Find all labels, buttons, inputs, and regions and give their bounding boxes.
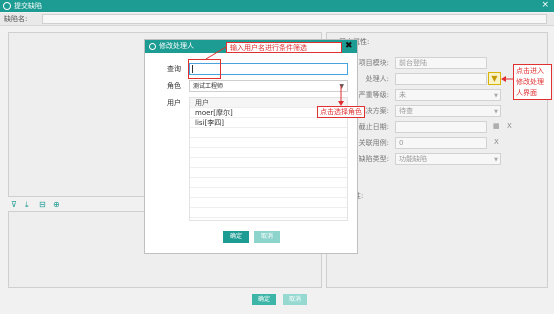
funnel-arrowhead: [501, 76, 506, 82]
query-arrow: [205, 46, 227, 60]
annotation-arrows: [205, 46, 513, 106]
role-arrowhead: [338, 101, 344, 106]
